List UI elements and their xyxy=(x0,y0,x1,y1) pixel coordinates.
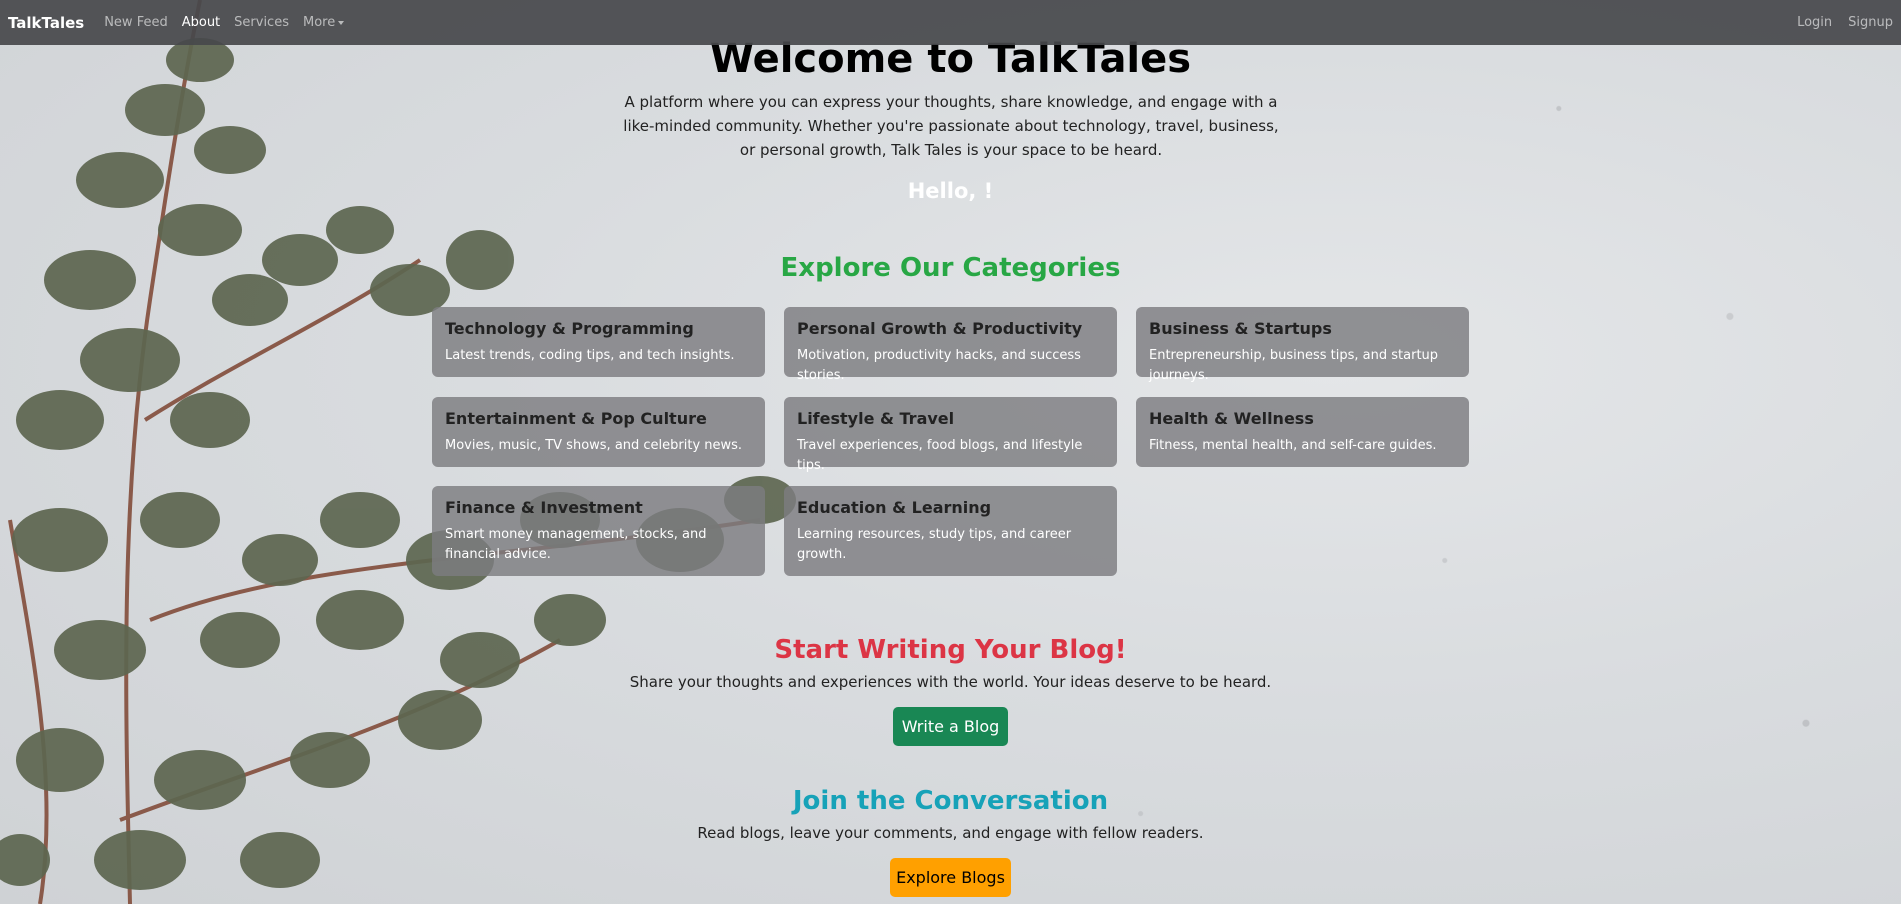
card-title: Technology & Programming xyxy=(445,319,694,338)
card-description: Movies, music, TV shows, and celebrity n… xyxy=(445,438,743,453)
card-title: Health & Wellness xyxy=(1149,409,1314,428)
category-card-education[interactable]: Education & Learning Learning resources,… xyxy=(784,486,1117,576)
join-section-description: Read blogs, leave your comments, and eng… xyxy=(697,824,1204,842)
nav-right-group: Login Signup xyxy=(1781,15,1893,30)
card-description: Smart money management, stocks, and fina… xyxy=(445,527,707,562)
write-section-description: Share your thoughts and experiences with… xyxy=(629,673,1272,691)
nav-new-feed[interactable]: New Feed xyxy=(104,15,168,30)
category-card-entertainment[interactable]: Entertainment & Pop Culture Movies, musi… xyxy=(432,397,765,467)
brand-logo[interactable]: TalkTales xyxy=(8,14,84,32)
card-description: Motivation, productivity hacks, and succ… xyxy=(797,348,1081,383)
category-card-business[interactable]: Business & Startups Entrepreneurship, bu… xyxy=(1136,307,1469,383)
write-section-title: Start Writing Your Blog! xyxy=(774,635,1127,665)
caret-down-icon xyxy=(338,20,345,25)
card-description: Latest trends, coding tips, and tech ins… xyxy=(445,348,735,363)
category-card-technology[interactable]: Technology & Programming Latest trends, … xyxy=(432,307,765,377)
card-title: Education & Learning xyxy=(797,498,992,517)
write-blog-button[interactable]: Write a Blog xyxy=(893,707,1008,746)
category-card-personal-growth[interactable]: Personal Growth & Productivity Motivatio… xyxy=(784,307,1117,383)
card-description: Learning resources, study tips, and care… xyxy=(797,527,1072,562)
card-title: Entertainment & Pop Culture xyxy=(445,409,707,428)
card-title: Business & Startups xyxy=(1149,319,1332,338)
explore-blogs-button[interactable]: Explore Blogs xyxy=(890,858,1011,897)
nav-signup[interactable]: Signup xyxy=(1848,15,1893,30)
nav-more-dropdown[interactable]: More xyxy=(302,15,345,30)
join-section-title: Join the Conversation xyxy=(792,786,1109,816)
nav-login[interactable]: Login xyxy=(1797,15,1832,30)
card-title: Personal Growth & Productivity xyxy=(797,319,1083,338)
hero-description: A platform where you can express your th… xyxy=(623,93,1279,159)
card-title: Finance & Investment xyxy=(445,498,643,517)
category-card-finance[interactable]: Finance & Investment Smart money managem… xyxy=(432,486,765,576)
card-title: Lifestyle & Travel xyxy=(797,409,955,428)
nav-services[interactable]: Services xyxy=(234,15,289,30)
card-description: Entrepreneurship, business tips, and sta… xyxy=(1149,348,1439,383)
top-navbar: TalkTales New Feed About Services More L… xyxy=(0,0,1901,45)
categories-title: Explore Our Categories xyxy=(780,253,1121,283)
card-description: Fitness, mental health, and self-care gu… xyxy=(1149,438,1437,453)
nav-more-label: More xyxy=(302,15,336,30)
category-card-health[interactable]: Health & Wellness Fitness, mental health… xyxy=(1136,397,1469,467)
card-description: Travel experiences, food blogs, and life… xyxy=(797,438,1083,473)
greeting: Hello, ! xyxy=(907,179,994,203)
category-card-lifestyle[interactable]: Lifestyle & Travel Travel experiences, f… xyxy=(784,397,1117,473)
nav-about[interactable]: About xyxy=(182,15,220,30)
